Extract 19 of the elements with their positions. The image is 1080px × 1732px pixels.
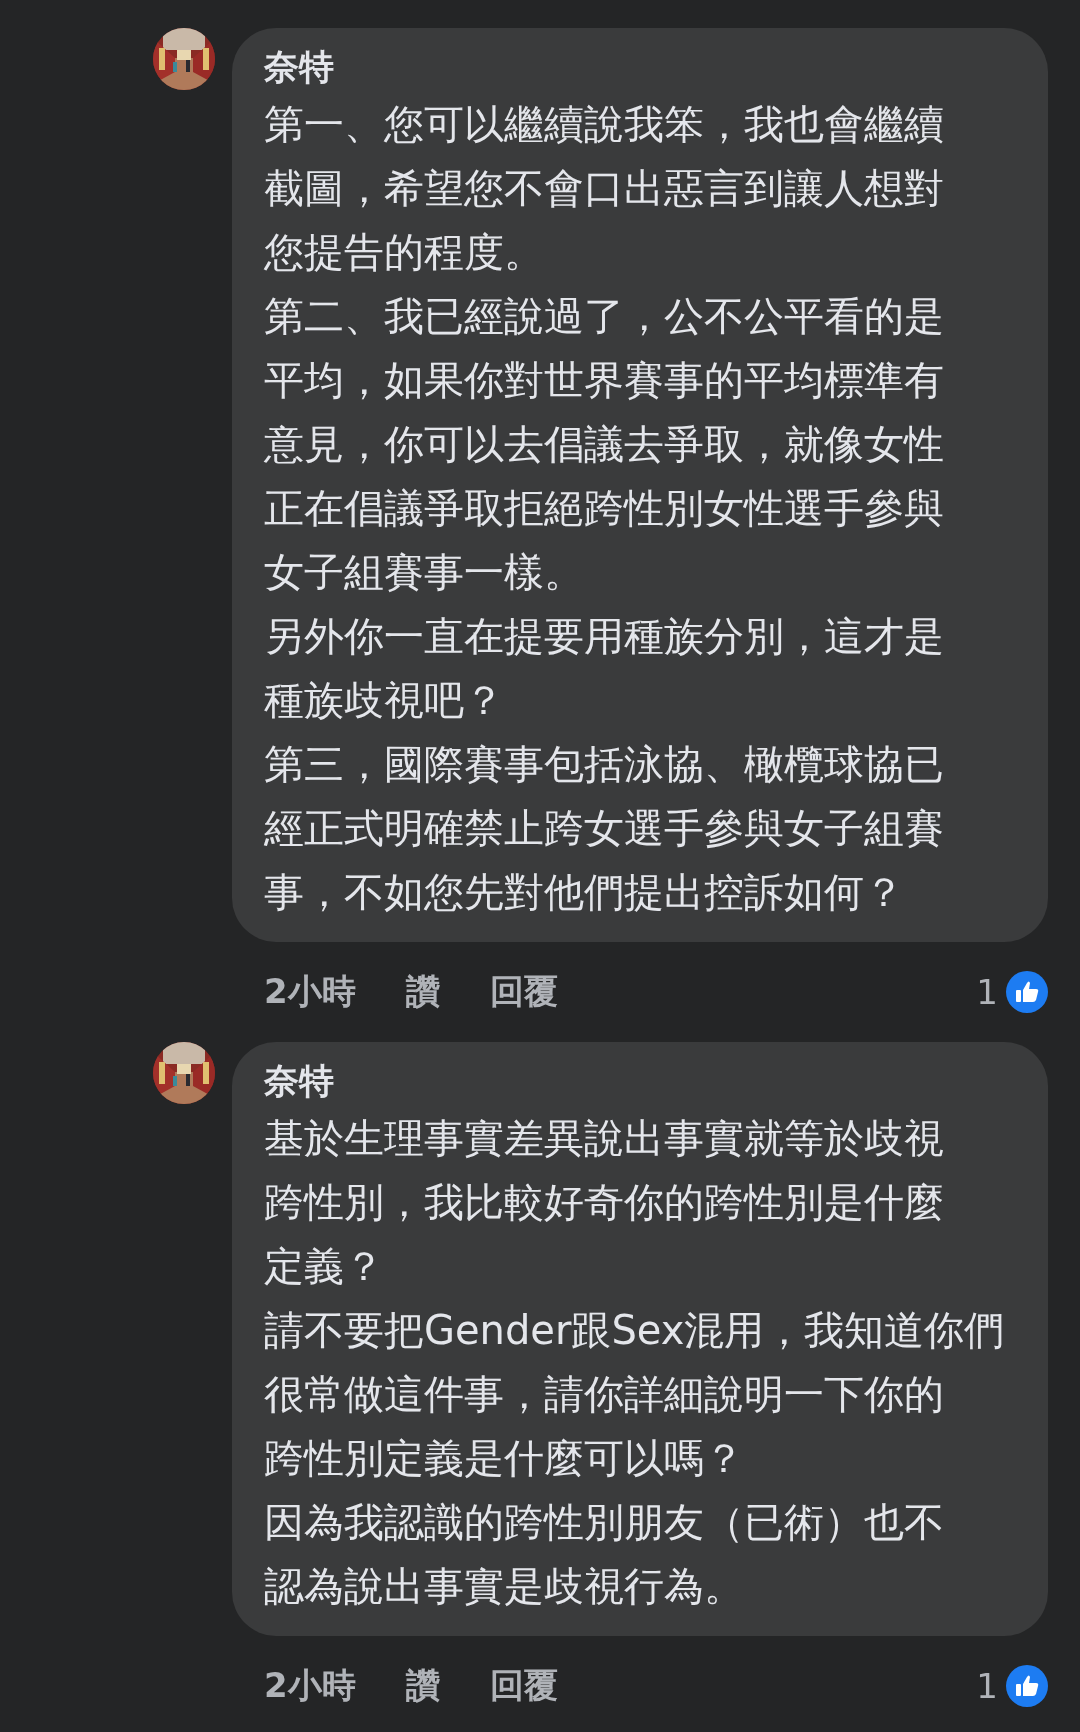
- reaction-count: 1: [976, 1666, 998, 1706]
- reaction-count: 1: [976, 972, 998, 1012]
- reply-link[interactable]: 回覆: [489, 969, 558, 1015]
- thumbs-up-icon[interactable]: [1006, 971, 1048, 1013]
- comment-text: 第二、我已經說過了，公不公平看的是 平均，如果你對世界賽事的平均標準有 意見，你可以去倡議去爭取，就像女性 正在倡議爭取拒絕跨性別女性選手參與 女子組賽事一樣。: [264, 292, 944, 597]
- author-name[interactable]: 奈特: [264, 42, 334, 92]
- comment-text: 第一、您可以繼續說我笨，我也會繼續 截圖，希望您不會口出惡言到讓人想對 您提告的程度。: [264, 100, 944, 277]
- comment-text: 第三，國際賽事包括泳協、橄欖球協已 經正式明確禁止跨女選手參與女子組賽 事，不如您先對他們提出控訴如何？: [264, 740, 944, 917]
- author-name[interactable]: 奈特: [264, 1056, 334, 1106]
- thumbs-up-icon[interactable]: [1006, 1665, 1048, 1707]
- reply-link[interactable]: 回覆: [489, 1663, 558, 1709]
- comment-text: 請不要把Gender跟Sex混用，我知道你們 很常做這件事，請你詳細說明一下你的 跨性別定義是什麼可以嗎？: [264, 1306, 1005, 1483]
- like-link[interactable]: 讚: [405, 1663, 440, 1709]
- like-link[interactable]: 讚: [405, 969, 440, 1015]
- timestamp[interactable]: 2小時: [264, 1663, 356, 1709]
- comment-text: 因為我認識的跨性別朋友（已術）也不 認為說出事實是歧視行為。: [264, 1498, 944, 1611]
- comment-text: 另外你一直在提要用種族分別，這才是 種族歧視吧？: [264, 612, 944, 725]
- timestamp[interactable]: 2小時: [264, 969, 356, 1015]
- comment-text: 基於生理事實差異說出事實就等於歧視 跨性別，我比較好奇你的跨性別是什麼 定義？: [264, 1114, 944, 1291]
